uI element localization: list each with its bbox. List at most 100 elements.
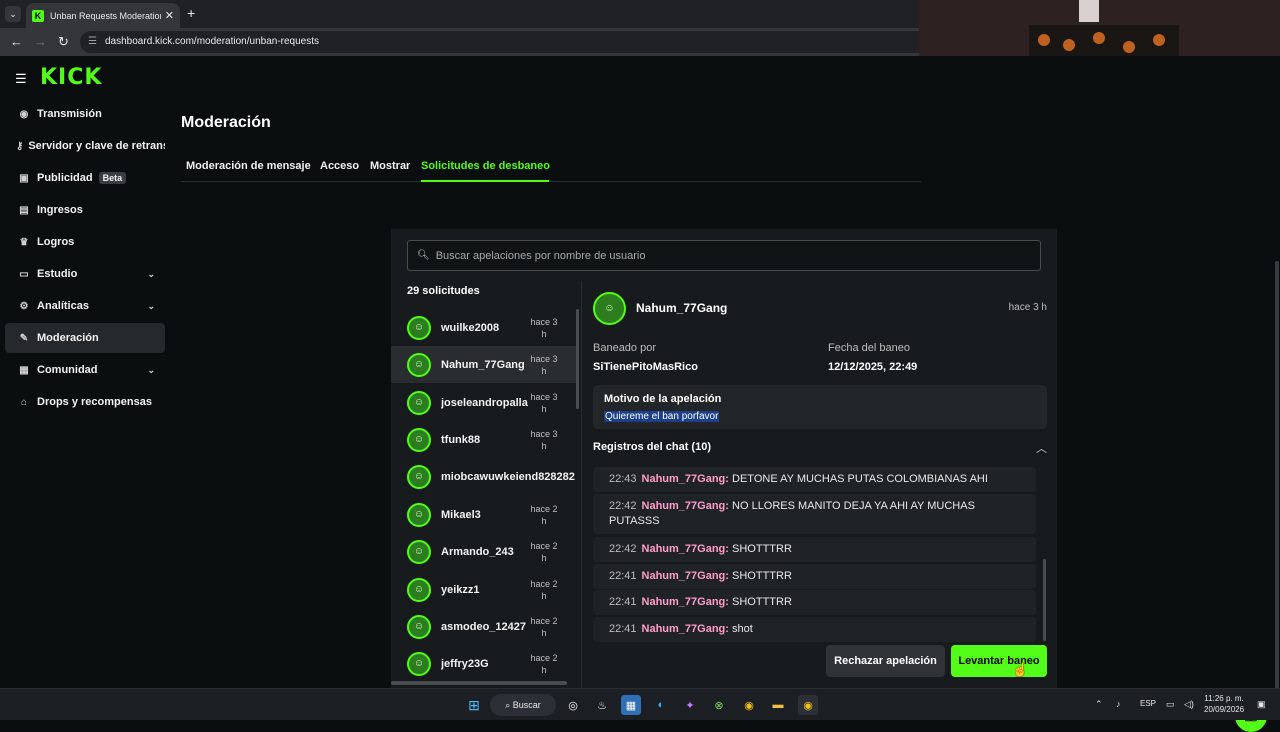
kick-favicon-icon: K bbox=[32, 9, 44, 22]
trophy-icon: ♛ bbox=[19, 236, 29, 248]
chat-user[interactable]: Nahum_77Gang bbox=[642, 570, 726, 582]
sidebar-item-ingresos[interactable]: ▤ Ingresos bbox=[5, 195, 165, 225]
browser-tab-title: Unban Requests Moderation - K bbox=[50, 10, 161, 21]
os-taskbar: ⊞ ⌕ Buscar ◎ ♨ ▦ ◐ ✦ ⊗ ◉ ▬ ◉ ⌃ ♪ ESP ▭ ◁… bbox=[0, 688, 1280, 720]
request-username: wuilke2008 bbox=[441, 321, 500, 334]
tab-acceso[interactable]: Acceso bbox=[320, 160, 359, 172]
chevron-up-icon[interactable]: ︿ bbox=[1036, 440, 1047, 456]
request-row[interactable]: ☺ yeikzz1 hace 2 h bbox=[391, 571, 577, 608]
lift-ban-button[interactable]: Levantar baneo bbox=[951, 645, 1047, 677]
chat-user[interactable]: Nahum_77Gang bbox=[642, 596, 726, 608]
request-row[interactable]: ☺ Armando_243 hace 2 h bbox=[391, 533, 577, 570]
chat-scrollbar[interactable] bbox=[1043, 559, 1046, 641]
panel-divider bbox=[581, 281, 582, 688]
sidebar-item-transmision[interactable]: ◉ Transmisión bbox=[5, 99, 165, 129]
steam-icon[interactable]: ♨ bbox=[592, 695, 612, 715]
sidebar-item-analiticas[interactable]: ⚙ Analíticas ⌄ bbox=[5, 291, 165, 321]
requests-list: ☺ wuilke2008 hace 3 h ☺ Nahum_77Gang hac… bbox=[391, 309, 579, 688]
sidebar-item-drops[interactable]: ⌂ Drops y recompensas bbox=[5, 387, 165, 417]
search-input[interactable]: 🔍︎ Buscar apelaciones por nombre de usua… bbox=[407, 240, 1041, 271]
sidebar-item-label: Publicidad bbox=[37, 172, 93, 184]
chat-user[interactable]: Nahum_77Gang bbox=[642, 473, 726, 485]
studio-icon: ▭ bbox=[19, 268, 29, 280]
list-scrollbar[interactable] bbox=[576, 309, 579, 409]
kick-logo[interactable]: KICK bbox=[40, 65, 102, 90]
community-icon: ▦ bbox=[19, 364, 29, 376]
chat-user[interactable]: Nahum_77Gang bbox=[642, 500, 726, 512]
site-settings-icon[interactable]: ☰ bbox=[88, 31, 97, 53]
network-icon[interactable]: ▭ bbox=[1166, 699, 1175, 710]
tab-list-button[interactable]: ⌄ bbox=[5, 6, 21, 22]
forward-icon[interactable]: → bbox=[34, 34, 47, 49]
microphone-icon[interactable]: ♪ bbox=[1116, 699, 1121, 709]
close-tab-icon[interactable]: ✕ bbox=[165, 9, 174, 22]
key-icon: ⚷ bbox=[16, 140, 24, 152]
sidebar-item-label: Estudio bbox=[37, 268, 78, 280]
detail-time: hace 3 h bbox=[1008, 302, 1047, 313]
notifications-icon[interactable]: ▣ bbox=[1257, 699, 1266, 710]
url-text: dashboard.kick.com/moderation/unban-requ… bbox=[105, 36, 320, 47]
app-icon[interactable]: ◎ bbox=[563, 695, 583, 715]
request-row[interactable]: ☺ tfunk88 hace 3 h bbox=[391, 421, 577, 458]
url-field[interactable]: ☰ dashboard.kick.com/moderation/unban-re… bbox=[80, 31, 920, 53]
chrome-active-icon[interactable]: ◉ bbox=[798, 695, 818, 715]
avatar: ☺ bbox=[407, 464, 431, 489]
sidebar-item-label: Ingresos bbox=[37, 204, 83, 216]
avatar: ☺ bbox=[407, 427, 431, 452]
mouse-cursor-icon: ☝ bbox=[1012, 662, 1029, 677]
windows-start-icon[interactable]: ⊞ bbox=[464, 695, 484, 715]
request-row[interactable]: ☺ wuilke2008 hace 3 h bbox=[391, 309, 577, 346]
sidebar-item-servidor[interactable]: ⚷ Servidor y clave de retransmisión bbox=[5, 131, 165, 161]
list-horizontal-scrollbar[interactable] bbox=[391, 681, 567, 685]
sidebar-item-comunidad[interactable]: ▦ Comunidad ⌄ bbox=[5, 355, 165, 385]
input-language[interactable]: ESP bbox=[1140, 699, 1156, 708]
chrome-icon[interactable]: ◉ bbox=[739, 695, 759, 715]
browser-tab[interactable]: K Unban Requests Moderation - K ✕ bbox=[26, 3, 180, 28]
sidebar-item-moderacion[interactable]: ✎ Moderación bbox=[5, 323, 165, 353]
tab-moderacion-mensaje[interactable]: Moderación de mensaje bbox=[186, 160, 311, 172]
chat-time: 22:41 bbox=[609, 596, 637, 608]
avatar: ☺ bbox=[593, 292, 626, 325]
request-row[interactable]: ☺ joseleandropalla hace 3 h bbox=[391, 384, 577, 421]
menu-icon[interactable]: ☰ bbox=[15, 71, 27, 87]
sidebar-item-label: Logros bbox=[37, 236, 75, 248]
reload-icon[interactable]: ↻ bbox=[58, 34, 69, 50]
chevron-down-icon: ⌄ bbox=[147, 300, 155, 311]
page-scrollbar[interactable] bbox=[1275, 261, 1279, 691]
request-row[interactable]: ☺ miobcawuwkeiend828282 bbox=[391, 458, 577, 495]
avatar: ☺ bbox=[407, 315, 431, 340]
avatar: ☺ bbox=[407, 614, 431, 639]
reject-appeal-button[interactable]: Rechazar apelación bbox=[826, 645, 945, 677]
request-row[interactable]: ☺ Mikael3 hace 2 h bbox=[391, 496, 577, 533]
back-icon[interactable]: ← bbox=[10, 34, 23, 49]
appeal-reason-box: Motivo de la apelación Quiereme el ban p… bbox=[593, 385, 1047, 429]
xbox-icon[interactable]: ⊗ bbox=[709, 695, 729, 715]
photos-icon[interactable]: ▦ bbox=[621, 695, 641, 715]
request-row[interactable]: ☺ jeffry23G hace 2 h bbox=[391, 645, 577, 682]
chat-user[interactable]: Nahum_77Gang bbox=[642, 623, 726, 635]
copilot-icon[interactable]: ✦ bbox=[680, 695, 700, 715]
edge-icon[interactable]: ◐ bbox=[651, 695, 671, 715]
volume-icon[interactable]: ◁) bbox=[1184, 699, 1194, 710]
request-time: hace 3 h bbox=[530, 428, 558, 451]
sidebar-item-logros[interactable]: ♛ Logros bbox=[5, 227, 165, 257]
new-tab-button[interactable]: + bbox=[187, 5, 195, 21]
request-row-selected[interactable]: ☺ Nahum_77Gang hace 3 h bbox=[391, 346, 577, 383]
request-row[interactable]: ☺ asmodeo_12427 hace 2 h bbox=[391, 608, 577, 645]
sidebar-item-estudio[interactable]: ▭ Estudio ⌄ bbox=[5, 259, 165, 289]
chat-log-title[interactable]: Registros del chat (10) bbox=[593, 441, 711, 453]
sidebar-item-publicidad[interactable]: ▣ Publicidad Beta bbox=[5, 163, 165, 193]
tray-overflow-icon[interactable]: ⌃ bbox=[1095, 699, 1103, 710]
chat-message: 22:41 Nahum_77Gang: shot bbox=[593, 617, 1036, 642]
taskbar-search[interactable]: ⌕ Buscar bbox=[490, 694, 556, 716]
chat-user[interactable]: Nahum_77Gang bbox=[642, 543, 726, 555]
file-explorer-icon[interactable]: ▬ bbox=[768, 695, 788, 715]
tab-solicitudes-desbaneo[interactable]: Solicitudes de desbaneo bbox=[421, 160, 550, 172]
tab-mostrar[interactable]: Mostrar bbox=[370, 160, 410, 172]
request-username: yeikzz1 bbox=[441, 583, 480, 596]
unban-requests-panel: 🔍︎ Buscar apelaciones por nombre de usua… bbox=[391, 229, 1057, 688]
chat-message: 22:42 Nahum_77Gang: NO LLORES MANITO DEJA… bbox=[593, 494, 1036, 534]
taskbar-clock[interactable]: 11:26 p. m. 20/09/2026 bbox=[1204, 693, 1244, 715]
chat-text: DETONE AY MUCHAS PUTAS COLOMBIANAS AHI bbox=[732, 473, 988, 485]
detail-username: Nahum_77Gang bbox=[636, 301, 728, 315]
